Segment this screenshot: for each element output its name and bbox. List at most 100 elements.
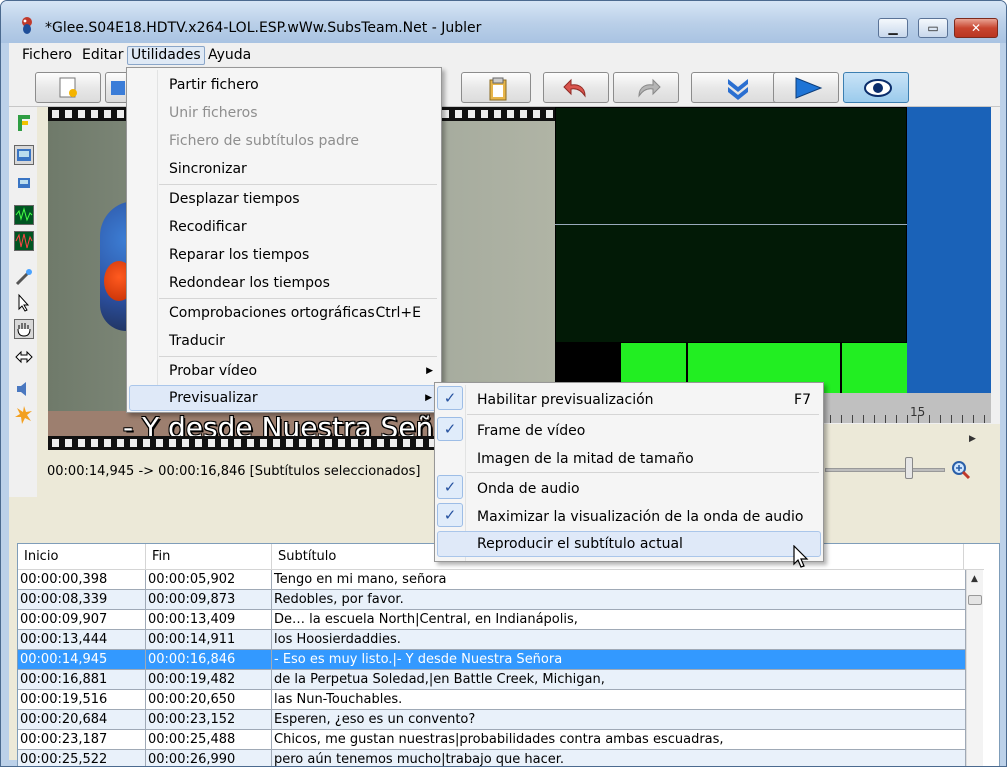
half-image-icon[interactable] bbox=[14, 173, 34, 193]
scroll-right-icon[interactable]: ▶ bbox=[969, 434, 976, 444]
column-header-end[interactable]: Fin bbox=[146, 544, 272, 570]
cell-end-time: 00:00:19,482 bbox=[146, 670, 272, 690]
resize-icon[interactable] bbox=[14, 347, 34, 367]
menu-separator bbox=[467, 414, 819, 415]
menu-utilidades[interactable]: Utilidades bbox=[127, 46, 205, 65]
menu-item-unir-ficheros: Unir ficheros bbox=[169, 105, 258, 121]
zoom-in-icon[interactable] bbox=[951, 460, 971, 480]
column-header-start[interactable]: Inicio bbox=[18, 544, 146, 570]
menu-item-ortografia[interactable]: Comprobaciones ortográficas Ctrl+E bbox=[129, 300, 439, 326]
waveform-icon bbox=[15, 206, 33, 224]
hand-tool[interactable] bbox=[14, 319, 34, 339]
maximize-button[interactable]: ▭ bbox=[918, 18, 948, 38]
close-button[interactable]: ✕ bbox=[954, 18, 998, 38]
menu-separator bbox=[467, 472, 819, 473]
preview-toggle-button[interactable] bbox=[843, 72, 909, 103]
menu-item-probar-video[interactable]: Probar vídeo ▶ bbox=[129, 358, 439, 384]
menu-editar[interactable]: Editar bbox=[79, 46, 126, 65]
cell-subtitle-text: Esperen, ¿eso es un convento? bbox=[272, 710, 966, 730]
redo-icon bbox=[638, 78, 661, 98]
menu-item-previsualizar[interactable]: Previsualizar ▶ bbox=[129, 385, 439, 411]
jump-down-icon bbox=[728, 79, 748, 100]
table-row[interactable]: 00:00:20,684 00:00:23,152 Esperen, ¿eso es… bbox=[18, 710, 966, 730]
close-icon: ✕ bbox=[970, 21, 982, 35]
maximize-icon: ▭ bbox=[927, 21, 939, 35]
open-file-icon bbox=[111, 81, 125, 95]
video-frame-tool[interactable] bbox=[14, 145, 34, 165]
table-row[interactable]: 00:00:08,339 00:00:09,873 Redobles, por fa… bbox=[18, 590, 966, 610]
preview-eye-icon bbox=[864, 79, 892, 97]
menu-item-frame-video[interactable]: Frame de vídeo bbox=[437, 418, 821, 444]
undo-icon bbox=[563, 78, 586, 98]
menu-item-fichero-padre: Fichero de subtítulos padre bbox=[169, 133, 359, 149]
max-waveform-tool[interactable] bbox=[14, 231, 34, 251]
title-bar[interactable]: *Glee.S04E18.HDTV.x264-LOL.ESP.wWw.SubsT… bbox=[1, 1, 1006, 43]
menu-item-imagen-mitad[interactable]: Imagen de la mitad de tamaño bbox=[437, 446, 821, 472]
cell-subtitle-text: Chicos, me gustan nuestras|probabilidade… bbox=[272, 730, 966, 750]
mouse-cursor-icon bbox=[793, 545, 809, 568]
cell-end-time: 00:00:23,152 bbox=[146, 710, 272, 730]
ruler-label: 15 bbox=[910, 405, 926, 419]
cell-end-time: 00:00:16,846 bbox=[146, 650, 272, 670]
table-vertical-scrollbar[interactable]: ▲ ▼ bbox=[966, 570, 983, 766]
magic-wand-icon[interactable] bbox=[14, 267, 34, 287]
max-waveform-icon bbox=[15, 232, 33, 250]
menu-item-reparar-tiempos[interactable]: Reparar los tiempos bbox=[129, 242, 439, 268]
cell-subtitle-text: De… la escuela North|Central, en Indianá… bbox=[272, 610, 966, 630]
menu-item-maximizar-onda[interactable]: Maximizar la visualización de la onda de… bbox=[437, 504, 821, 530]
table-row[interactable]: 00:00:13,444 00:00:14,911 los Hoosierdaddi… bbox=[18, 630, 966, 650]
table-row[interactable]: 00:00:09,907 00:00:13,409 De… la escuela N… bbox=[18, 610, 966, 630]
scroll-up-icon[interactable]: ▲ bbox=[971, 574, 978, 584]
table-body: 00:00:00,398 00:00:05,902 Tengo en mi mano… bbox=[18, 570, 966, 766]
redo-button[interactable] bbox=[613, 72, 679, 103]
zoom-slider-thumb[interactable] bbox=[905, 457, 913, 479]
table-row[interactable]: 00:00:25,522 00:00:26,990 pero aún tenemos… bbox=[18, 750, 966, 766]
speaker-icon[interactable] bbox=[14, 379, 34, 399]
new-file-icon bbox=[59, 77, 77, 98]
menu-item-redondear-tiempos[interactable]: Redondear los tiempos bbox=[129, 270, 439, 296]
cell-subtitle-text: Tengo en mi mano, señora bbox=[272, 570, 966, 590]
audio-waveform-panel[interactable]: 15 bbox=[555, 107, 1000, 424]
cell-subtitle-text: los Hoosierdaddies. bbox=[272, 630, 966, 650]
minimize-icon: ▁ bbox=[888, 21, 898, 35]
paste-icon bbox=[489, 77, 507, 101]
table-row[interactable]: 00:00:19,516 00:00:20,650 las Nun-Touchabl… bbox=[18, 690, 966, 710]
window-title: *Glee.S04E18.HDTV.x264-LOL.ESP.wWw.SubsT… bbox=[45, 20, 482, 36]
menu-item-desplazar-tiempos[interactable]: Desplazar tiempos bbox=[129, 186, 439, 212]
jump-down-button[interactable] bbox=[691, 72, 783, 103]
previsualizar-submenu: ✓ Habilitar previsualización F7 ✓ Frame … bbox=[434, 382, 824, 562]
play-button[interactable] bbox=[773, 72, 839, 103]
hand-icon bbox=[17, 323, 31, 337]
menu-ayuda[interactable]: Ayuda bbox=[205, 46, 254, 65]
cell-end-time: 00:00:25,488 bbox=[146, 730, 272, 750]
menu-item-onda-audio[interactable]: Onda de audio bbox=[437, 476, 821, 502]
table-row[interactable]: 00:00:23,187 00:00:25,488 Chicos, me gusta… bbox=[18, 730, 966, 750]
minimize-button[interactable]: ▁ bbox=[878, 18, 908, 38]
menu-item-habilitar-previsualizacion[interactable]: Habilitar previsualización F7 bbox=[437, 387, 821, 413]
table-row[interactable]: 00:00:16,881 00:00:19,482 de la Perpetua S… bbox=[18, 670, 966, 690]
zoom-slider[interactable] bbox=[825, 468, 945, 472]
waveform-center-line bbox=[555, 224, 907, 225]
scrollbar-thumb[interactable] bbox=[968, 595, 982, 605]
menu-item-reproducir-subtitulo[interactable]: Reproducir el subtítulo actual bbox=[437, 531, 821, 557]
sync-icon[interactable] bbox=[14, 113, 34, 133]
cell-end-time: 00:00:13,409 bbox=[146, 610, 272, 630]
table-row[interactable]: 00:00:00,398 00:00:05,902 Tengo en mi mano… bbox=[18, 570, 966, 590]
cell-subtitle-text: pero aún tenemos mucho|trabajo que hacer… bbox=[272, 750, 966, 766]
menu-fichero[interactable]: Fichero bbox=[19, 46, 75, 65]
submenu-arrow-icon: ▶ bbox=[426, 366, 433, 376]
menu-item-partir-fichero[interactable]: Partir fichero bbox=[129, 72, 439, 98]
new-file-button[interactable] bbox=[35, 72, 101, 103]
waveform-selection-region bbox=[907, 107, 991, 393]
table-row[interactable]: 00:00:14,945 00:00:16,846- Eso es muy lis… bbox=[18, 650, 966, 670]
burst-icon[interactable] bbox=[14, 405, 34, 425]
undo-button[interactable] bbox=[543, 72, 609, 103]
paste-button[interactable] bbox=[461, 72, 531, 103]
subtitle-segment[interactable] bbox=[842, 343, 907, 393]
cell-end-time: 00:00:14,911 bbox=[146, 630, 272, 650]
menu-item-sincronizar[interactable]: Sincronizar bbox=[129, 156, 439, 182]
waveform-tool[interactable] bbox=[14, 205, 34, 225]
menu-item-recodificar[interactable]: Recodificar bbox=[129, 214, 439, 240]
pointer-icon[interactable] bbox=[14, 293, 34, 313]
menu-item-traducir[interactable]: Traducir bbox=[129, 328, 439, 354]
